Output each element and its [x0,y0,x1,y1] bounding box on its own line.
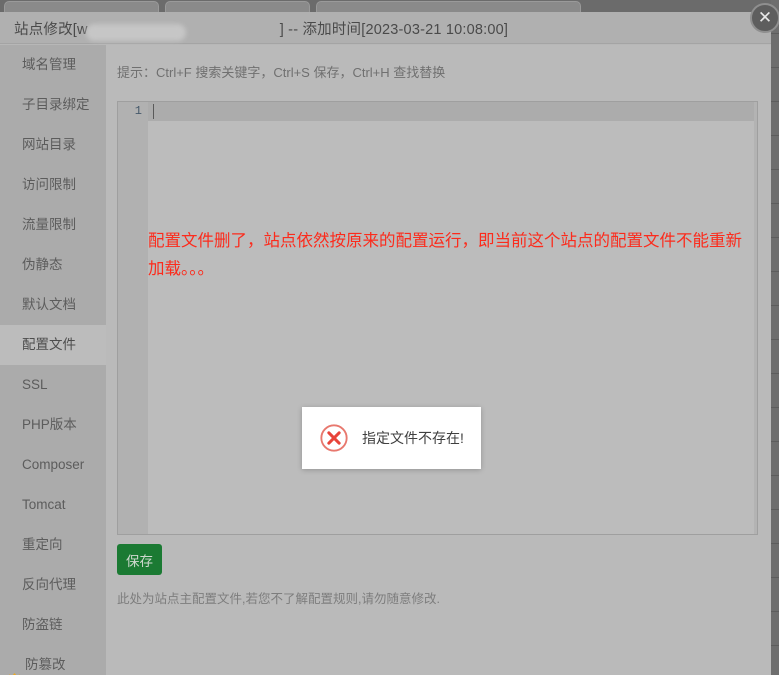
shield-crown-icon [8,659,21,675]
sidebar-item-label: 域名管理 [22,57,76,72]
sidebar-item-15[interactable]: 防篡改 [0,645,106,675]
sidebar-item-label: 伪静态 [22,257,63,272]
sidebar-item-label: 反向代理 [22,577,76,592]
sidebar-item-8[interactable]: SSL [0,365,106,405]
sidebar-item-label: 重定向 [22,537,63,552]
sidebar-item-1[interactable]: 子目录绑定 [0,85,106,125]
sidebar-item-label: 配置文件 [22,337,76,352]
site-modify-modal: 站点修改[w ] -- 添加时间[2023-03-21 10:08:00] ✕ 域… [0,3,779,675]
sidebar-item-label: Composer [22,457,85,472]
sidebar-item-7[interactable]: 配置文件 [0,325,106,365]
error-toast: 指定文件不存在! [302,407,481,469]
editor-caret [153,104,154,119]
sidebar-item-3[interactable]: 访问限制 [0,165,106,205]
error-circle-x-icon [320,424,348,452]
sidebar-item-label: 流量限制 [22,217,76,232]
sidebar-item-6[interactable]: 默认文档 [0,285,106,325]
config-file-editor[interactable]: 1 配置文件删了，站点依然按原来的配置运行，即当前这个站点的配置文件不能重新加载… [117,101,758,535]
sidebar-item-9[interactable]: PHP版本 [0,405,106,445]
sidebar-item-label: Tomcat [22,497,66,512]
editor-active-line [118,102,757,121]
redacted-domain [86,24,186,41]
editor-gutter [118,102,148,534]
sidebar: 域名管理子目录绑定网站目录访问限制流量限制伪静态默认文档配置文件 SSL PHP版本… [0,45,106,675]
main-panel: 提示：Ctrl+F 搜索关键字，Ctrl+S 保存，Ctrl+H 查找替换 1 … [106,45,771,675]
modal-header: 站点修改[w ] -- 添加时间[2023-03-21 10:08:00] ✕ [0,3,779,44]
sidebar-item-4[interactable]: 流量限制 [0,205,106,245]
sidebar-item-12[interactable]: 重定向 [0,525,106,565]
editor-annotation-text: 配置文件删了，站点依然按原来的配置运行，即当前这个站点的配置文件不能重新加载。。… [148,232,742,278]
modal-body: 域名管理子目录绑定网站目录访问限制流量限制伪静态默认文档配置文件 SSL PHP版本… [0,45,771,675]
page-scrollbar[interactable] [771,0,779,675]
error-toast-message: 指定文件不存在! [362,430,464,446]
modal-title-suffix: ] -- 添加时间[2023-03-21 10:08:00] [279,22,509,38]
browser-tab-strip [0,0,779,13]
sidebar-item-0[interactable]: 域名管理 [0,45,106,85]
sidebar-item-label: SSL [22,377,48,392]
sidebar-item-label: 网站目录 [22,137,76,152]
sidebar-item-10[interactable]: Composer [0,445,106,485]
editor-line-number: 1 [134,104,142,118]
sidebar-item-label: 防篡改 [25,657,66,672]
sidebar-item-11[interactable]: Tomcat [0,485,106,525]
editor-scrollbar[interactable] [754,102,757,534]
footer-note: 此处为站点主配置文件,若您不了解配置规则,请勿随意修改. [117,592,440,606]
sidebar-item-label: 访问限制 [22,177,76,192]
sidebar-item-label: 子目录绑定 [22,97,90,112]
sidebar-item-5[interactable]: 伪静态 [0,245,106,285]
sidebar-item-label: PHP版本 [22,417,77,432]
close-icon[interactable]: ✕ [750,3,779,33]
modal-title-prefix: 站点修改[w [14,22,88,38]
sidebar-item-14[interactable]: 防盗链 [0,605,106,645]
sidebar-item-13[interactable]: 反向代理 [0,565,106,605]
sidebar-item-label: 防盗链 [22,617,63,632]
sidebar-item-2[interactable]: 网站目录 [0,125,106,165]
save-button[interactable]: 保存 [117,544,162,575]
sidebar-item-label: 默认文档 [22,297,76,312]
shortcut-hint: 提示：Ctrl+F 搜索关键字，Ctrl+S 保存，Ctrl+H 查找替换 [117,65,446,80]
